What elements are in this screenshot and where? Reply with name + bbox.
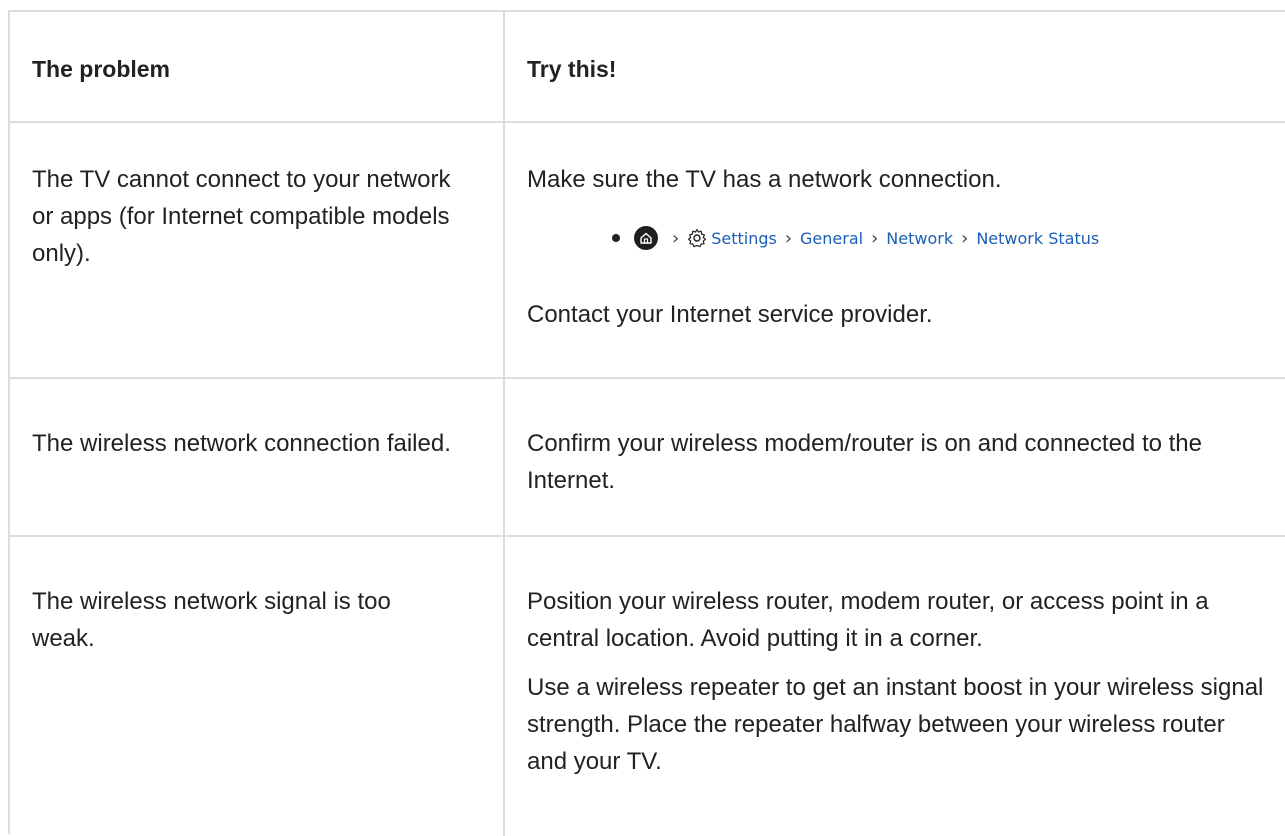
- solution-text: Confirm your wireless modem/router is on…: [527, 430, 1202, 494]
- bullet: [612, 234, 620, 242]
- home-icon: [634, 226, 658, 250]
- header-problem: The problem: [32, 56, 171, 82]
- chevron-right-icon: ›: [961, 227, 969, 249]
- problem-cell: The wireless network signal is too weak.: [32, 588, 391, 652]
- menu-path: › Settings › General › Network › Network…: [612, 222, 1099, 254]
- path-network[interactable]: Network: [886, 229, 953, 248]
- header-try-this: Try this!: [527, 56, 617, 82]
- solution-cell: Confirm your wireless modem/router is on…: [527, 425, 1267, 499]
- solution-text: Use a wireless repeater to get an instan…: [527, 674, 1264, 775]
- table-row: The wireless network signal is too weak.…: [10, 537, 1285, 836]
- path-network-status[interactable]: Network Status: [976, 229, 1099, 248]
- table-row: The wireless network connection failed. …: [10, 379, 1285, 537]
- chevron-right-icon: ›: [871, 227, 879, 249]
- chevron-right-icon: ›: [784, 227, 793, 249]
- problem-cell: The wireless network connection failed.: [32, 430, 451, 457]
- path-settings[interactable]: Settings: [711, 229, 777, 248]
- solution-text: Contact your Internet service provider.: [527, 301, 933, 328]
- solution-cell: Position your wireless router, modem rou…: [527, 583, 1267, 780]
- solution-text: Make sure the TV has a network connectio…: [527, 166, 1002, 193]
- troubleshooting-table: The problem Try this! The TV cannot conn…: [8, 10, 1285, 836]
- solution-text: Position your wireless router, modem rou…: [527, 588, 1209, 652]
- problem-cell: The TV cannot connect to your network or…: [32, 166, 451, 267]
- table-header-row: The problem Try this!: [10, 12, 1285, 123]
- path-general[interactable]: General: [800, 229, 863, 248]
- chevron-right-icon: ›: [672, 227, 680, 249]
- gear-icon: [688, 228, 707, 248]
